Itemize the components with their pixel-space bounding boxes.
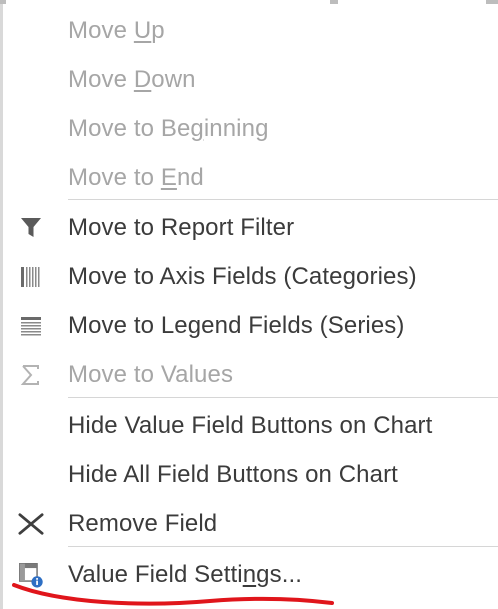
menu-top-border [0, 0, 6, 4]
menu-item-move-to-axis-fields[interactable]: Move to Axis Fields (Categories) [0, 252, 498, 301]
menu-top-border-fragment [330, 0, 338, 4]
legend-fields-icon [18, 313, 44, 339]
menu-item-label: Move to Report Filter [68, 213, 295, 241]
menu-separator [68, 199, 498, 200]
menu-item-label: Remove Field [68, 509, 218, 537]
menu-item-label: Move to Values [68, 360, 234, 388]
menu-top-border-fragment [486, 0, 498, 4]
context-menu: Move Up Move Down Move to Beginning Move… [0, 0, 498, 609]
menu-separator [68, 546, 498, 547]
menu-item-move-to-beginning[interactable]: Move to Beginning [0, 104, 498, 153]
remove-x-icon [18, 511, 44, 537]
menu-item-move-to-legend-fields[interactable]: Move to Legend Fields (Series) [0, 301, 498, 350]
red-annotation-underline [12, 583, 334, 606]
menu-item-hide-value-field-buttons[interactable]: Hide Value Field Buttons on Chart [0, 401, 498, 450]
menu-item-label: Move to Legend Fields (Series) [68, 311, 405, 339]
menu-item-label: Move to End [68, 163, 204, 191]
menu-item-move-up[interactable]: Move Up [0, 6, 498, 55]
menu-item-label: Move to Axis Fields (Categories) [68, 262, 417, 290]
menu-item-label: Move Up [68, 16, 165, 44]
filter-icon [18, 215, 44, 241]
menu-item-label: Move Down [68, 65, 196, 93]
menu-separator [68, 397, 498, 398]
menu-item-move-down[interactable]: Move Down [0, 55, 498, 104]
menu-item-remove-field[interactable]: Remove Field [0, 499, 498, 548]
menu-item-move-to-values[interactable]: Move to Values [0, 350, 498, 399]
menu-item-label: Move to Beginning [68, 114, 269, 142]
axis-fields-icon [18, 264, 44, 290]
menu-item-label: Hide All Field Buttons on Chart [68, 460, 398, 488]
sigma-icon [18, 362, 44, 388]
menu-item-label: Hide Value Field Buttons on Chart [68, 411, 433, 439]
menu-item-move-to-end[interactable]: Move to End [0, 153, 498, 202]
menu-item-move-to-report-filter[interactable]: Move to Report Filter [0, 203, 498, 252]
menu-item-hide-all-field-buttons[interactable]: Hide All Field Buttons on Chart [0, 450, 498, 499]
